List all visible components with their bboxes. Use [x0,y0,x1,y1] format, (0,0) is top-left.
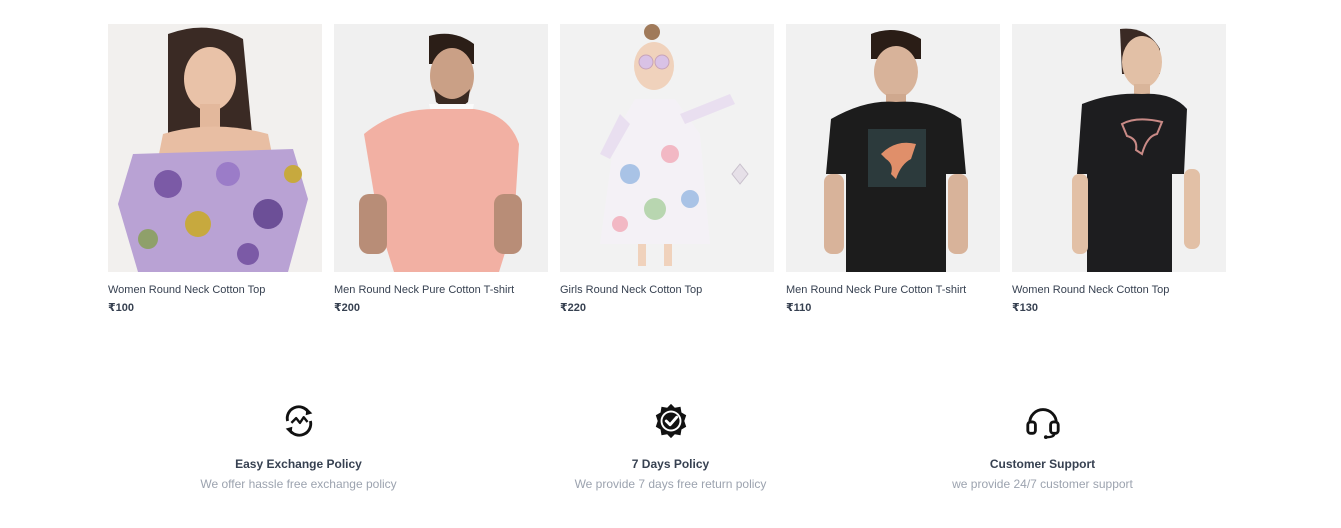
policy-description: We offer hassle free exchange policy [200,477,397,491]
product-price: ₹220 [560,302,587,314]
product-image[interactable] [108,24,322,272]
policy-title: Customer Support [989,457,1096,471]
product-card[interactable]: Men Round Neck Pure Cotton T-shirt ₹110 [786,24,1000,315]
product-price: ₹200 [334,302,361,314]
product-image[interactable] [786,24,1000,272]
quality-badge-icon [655,403,686,439]
product-image[interactable] [1012,24,1226,272]
policy-title: Easy Exchange Policy [235,457,362,471]
policy-support: Customer Support we provide 24/7 custome… [857,402,1229,491]
product-name[interactable]: Women Round Neck Cotton Top [1012,283,1226,297]
policy-title: 7 Days Policy [631,457,710,471]
product-price: ₹110 [786,302,812,314]
headset-icon [1025,408,1060,440]
product-card[interactable]: Women Round Neck Cotton Top ₹100 [108,24,322,315]
policy-description: We provide 7 days free return policy [574,477,767,491]
product-price: ₹130 [1012,302,1039,314]
product-name[interactable]: Men Round Neck Pure Cotton T-shirt [786,283,1000,297]
product-name[interactable]: Girls Round Neck Cotton Top [560,283,774,297]
product-image[interactable] [560,24,774,272]
product-name[interactable]: Men Round Neck Pure Cotton T-shirt [334,283,548,297]
policy-section: Easy Exchange Policy We offer hassle fre… [0,402,1341,491]
product-grid: Women Round Neck Cotton Top ₹100 Men Rou… [108,24,1226,315]
policy-exchange: Easy Exchange Policy We offer hassle fre… [113,402,485,491]
exchange-icon [285,405,312,437]
product-card[interactable]: Women Round Neck Cotton Top ₹130 [1012,24,1226,315]
policy-seven-days: 7 Days Policy We provide 7 days free ret… [485,402,857,491]
product-image[interactable] [334,24,548,272]
product-price: ₹100 [108,302,135,314]
product-card[interactable]: Men Round Neck Pure Cotton T-shirt ₹200 [334,24,548,315]
product-card[interactable]: Girls Round Neck Cotton Top ₹220 [560,24,774,315]
policy-description: we provide 24/7 customer support [952,477,1133,491]
product-name[interactable]: Women Round Neck Cotton Top [108,283,322,297]
